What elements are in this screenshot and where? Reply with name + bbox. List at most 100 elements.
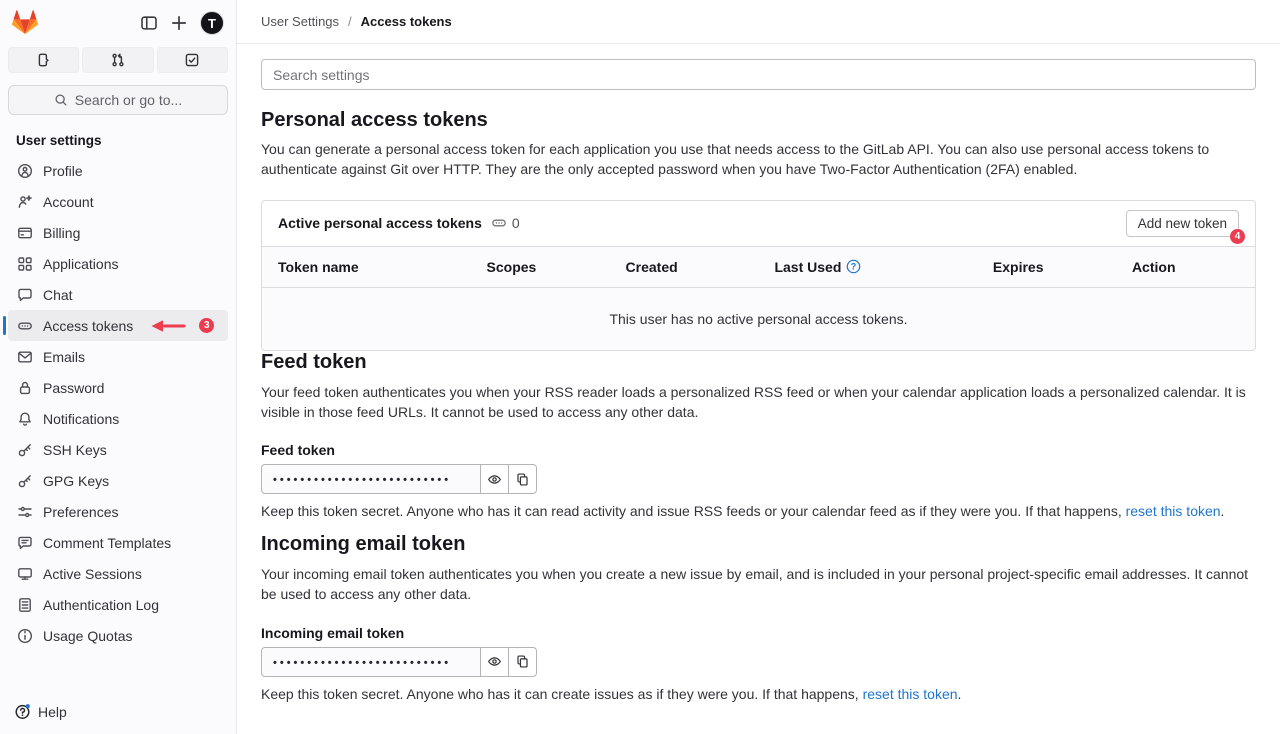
sidebar-section-title: User settings <box>0 115 236 155</box>
create-new-plus-icon[interactable] <box>170 14 188 32</box>
token-count-value: 0 <box>512 215 520 231</box>
incoming-email-token-reveal-button[interactable] <box>480 647 509 677</box>
main-panel: User Settings / Access tokens Personal a… <box>237 0 1280 734</box>
sidebar-item-label: Emails <box>43 349 85 365</box>
todo-checkbox-icon <box>184 52 200 68</box>
sidebar-item-label: Preferences <box>43 504 118 520</box>
sidebar-item-access-tokens[interactable]: Access tokens 3 <box>8 310 228 341</box>
sidebar-item-label: Password <box>43 380 104 396</box>
chat-icon <box>17 287 33 303</box>
feed-token-value-field[interactable]: •••••••••••••••••••••••••• <box>261 464 481 494</box>
key-icon <box>17 442 33 458</box>
sidebar-item-label: Profile <box>43 163 83 179</box>
incoming-email-token-help-text: Keep this token secret. Anyone who has i… <box>261 686 1256 702</box>
empty-state-text: This user has no active personal access … <box>262 287 1255 350</box>
annotation-badge-4: 4 <box>1230 229 1245 244</box>
active-sessions-icon <box>17 566 33 582</box>
help-button[interactable]: Help <box>0 689 236 734</box>
profile-icon <box>17 163 33 179</box>
incoming-email-token-description: Your incoming email token authenticates … <box>261 564 1256 605</box>
annotation-arrow-icon <box>150 319 186 333</box>
user-avatar[interactable]: T <box>200 11 224 35</box>
key-icon <box>17 473 33 489</box>
column-header-label: Scopes <box>487 259 537 275</box>
feed-token-label: Feed token <box>261 442 1256 458</box>
add-new-token-button[interactable]: Add new token 4 <box>1126 210 1239 237</box>
sidebar-item-billing[interactable]: Billing <box>8 217 228 248</box>
sidebar-item-applications[interactable]: Applications <box>8 248 228 279</box>
sidebar-item-comment-templates[interactable]: Comment Templates <box>8 527 228 558</box>
sidebar-item-account[interactable]: Account <box>8 186 228 217</box>
incoming-email-token-value-field[interactable]: •••••••••••••••••••••••••• <box>261 647 481 677</box>
sidebar-item-active-sessions[interactable]: Active Sessions <box>8 558 228 589</box>
gitlab-logo-icon[interactable] <box>12 10 38 36</box>
sidebar-item-label: Active Sessions <box>43 566 142 582</box>
sidebar-item-label: Comment Templates <box>43 535 171 551</box>
sidebar-item-password[interactable]: Password <box>8 372 228 403</box>
comment-templates-icon <box>17 535 33 551</box>
sidebar-toggle-icon[interactable] <box>140 14 158 32</box>
column-header-action: Action <box>1116 246 1255 287</box>
incoming-reset-token-link[interactable]: reset this token <box>863 686 958 702</box>
issues-shortcut-button[interactable] <box>8 47 79 73</box>
search-settings-input[interactable] <box>261 59 1256 90</box>
sidebar-item-label: Account <box>43 194 94 210</box>
active-tokens-card-header: Active personal access tokens 0 <box>262 201 1255 246</box>
sidebar-item-label: Billing <box>43 225 80 241</box>
column-header-label: Token name <box>278 259 359 275</box>
breadcrumb-access-tokens: Access tokens <box>361 14 452 29</box>
feed-token-input-group: •••••••••••••••••••••••••• <box>261 464 1256 494</box>
sidebar-item-chat[interactable]: Chat <box>8 279 228 310</box>
sidebar-item-label: Access tokens <box>43 318 133 334</box>
preferences-icon <box>17 504 33 520</box>
incoming-email-token-copy-button[interactable] <box>508 647 537 677</box>
sidebar-item-notifications[interactable]: Notifications <box>8 403 228 434</box>
todos-shortcut-button[interactable] <box>157 47 228 73</box>
breadcrumb-separator: / <box>348 14 352 29</box>
sidebar-item-preferences[interactable]: Preferences <box>8 496 228 527</box>
annotation-badge-3: 3 <box>199 318 214 333</box>
sidebar-item-ssh-keys[interactable]: SSH Keys <box>8 434 228 465</box>
column-header-last-used: Last Used? <box>758 246 976 287</box>
feed-token-help-text: Keep this token secret. Anyone who has i… <box>261 503 1256 519</box>
feed-token-description: Your feed token authenticates you when y… <box>261 382 1256 423</box>
active-tokens-count: 0 <box>491 215 520 231</box>
merge-requests-shortcut-button[interactable] <box>82 47 153 73</box>
sidebar-item-emails[interactable]: Emails <box>8 341 228 372</box>
column-header-label: Last Used <box>774 259 841 275</box>
tokens-table-empty-row: This user has no active personal access … <box>262 287 1255 350</box>
sidebar-item-label: Authentication Log <box>43 597 159 613</box>
app-window: T <box>0 0 1280 734</box>
sidebar-item-label: GPG Keys <box>43 473 109 489</box>
issues-icon <box>36 52 52 68</box>
sidebar-item-profile[interactable]: Profile <box>8 155 228 186</box>
column-header-created: Created <box>610 246 759 287</box>
breadcrumb-user-settings[interactable]: User Settings <box>261 14 339 29</box>
sidebar-item-gpg-keys[interactable]: GPG Keys <box>8 465 228 496</box>
sidebar-header-actions: T <box>140 11 224 35</box>
feed-token-reveal-button[interactable] <box>480 464 509 494</box>
sidebar-header: T <box>0 0 236 42</box>
sidebar-item-usage-quotas[interactable]: Usage Quotas <box>8 620 228 651</box>
active-tokens-title: Active personal access tokens <box>278 215 482 231</box>
sidebar-shortcuts <box>0 42 236 78</box>
feed-token-copy-button[interactable] <box>508 464 537 494</box>
billing-icon <box>17 225 33 241</box>
incoming-email-token-heading: Incoming email token <box>261 533 1256 556</box>
column-header-label: Created <box>626 259 678 275</box>
sidebar: T <box>0 0 237 734</box>
settings-content: Personal access tokens You can generate … <box>237 44 1280 734</box>
sidebar-item-authentication-log[interactable]: Authentication Log <box>8 589 228 620</box>
token-icon <box>17 318 33 334</box>
eye-icon <box>487 654 502 669</box>
usage-quotas-icon <box>17 628 33 644</box>
breadcrumb: User Settings / Access tokens <box>261 14 452 29</box>
emails-icon <box>17 349 33 365</box>
notifications-icon <box>17 411 33 427</box>
question-help-icon[interactable]: ? <box>846 259 861 274</box>
feed-reset-token-link[interactable]: reset this token <box>1126 503 1221 519</box>
column-header-token-name: Token name <box>262 246 471 287</box>
sidebar-item-label: Applications <box>43 256 119 272</box>
search-or-go-to[interactable]: Search or go to... <box>8 85 228 115</box>
sidebar-item-label: Chat <box>43 287 73 303</box>
